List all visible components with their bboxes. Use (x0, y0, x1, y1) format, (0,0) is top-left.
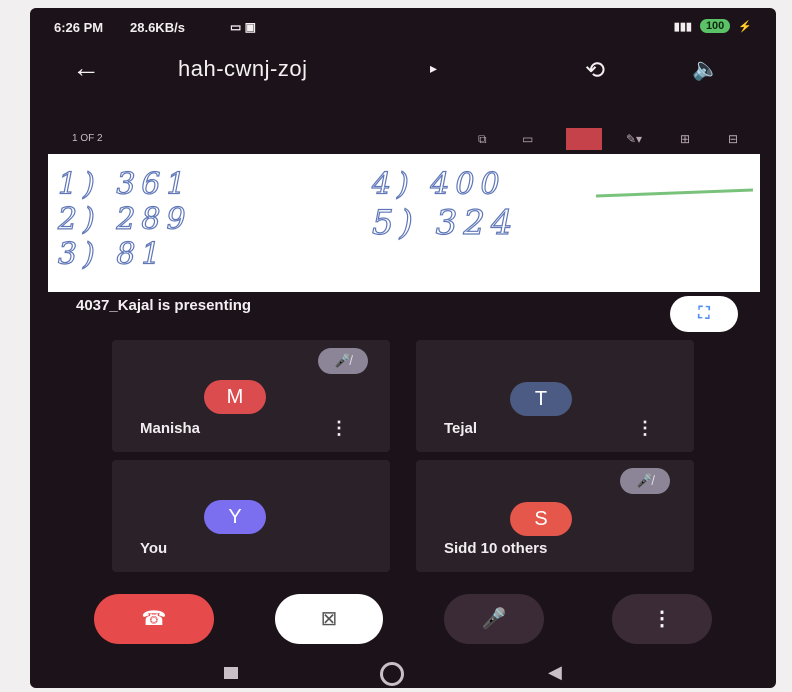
more-options-icon[interactable]: ⋮ (330, 418, 348, 439)
answer-3: 3) 81 (58, 237, 167, 272)
charging-icon: ⚡ (738, 20, 752, 33)
answer-1: 1) 361 (58, 167, 192, 202)
more-options-button[interactable]: ⋮ (612, 594, 712, 644)
handwriting-canvas: 1) 361 2) 289 3) 81 4) 400 5) 324 (56, 166, 754, 273)
phone-screen: 6:26 PM 28.6KB/s ▭ ▣ ▮▮▮ 100 ⚡ ← hah-cwn… (30, 8, 776, 688)
answer-2: 2) 289 (57, 202, 192, 237)
status-time: 6:26 PM (54, 20, 104, 35)
presentation-slide: 1) 361 2) 289 3) 81 4) 400 5) 324 (48, 154, 760, 292)
avatar-s: S (510, 502, 572, 536)
muted-mic-icon: 🎤̸ (318, 348, 368, 374)
signal-icon: ▮▮▮ (673, 20, 692, 33)
participant-tile-tejal[interactable]: T Tejal ⋮ (416, 340, 694, 452)
status-notification-icons: ▭ ▣ (230, 20, 257, 34)
avatar-m: M (204, 380, 266, 414)
page-indicator: 1 OF 2 (72, 133, 103, 144)
participant-tile-others[interactable]: 🎤̸ S Sidd 10 others (416, 460, 694, 572)
presentation-toolbar: 1 OF 2 ⧉ ▭ ✎▾ ⊞ ⊟ (66, 128, 756, 152)
meeting-code-title[interactable]: hah-cwnj-zoj (178, 56, 308, 82)
screen-icon[interactable]: ▭ (522, 132, 533, 146)
presenting-label: 4037_Kajal is presenting (76, 297, 252, 314)
avatar-t: T (510, 382, 572, 416)
answer-4: 4) 400 (371, 167, 506, 202)
answer-5: 5) 324 (372, 203, 519, 243)
caret-right-icon[interactable]: ▸ (430, 60, 437, 77)
participant-name: Sidd 10 others (444, 540, 548, 557)
back-arrow-icon[interactable]: ← (72, 52, 100, 84)
participant-name: Manisha (140, 420, 201, 437)
pen-tool-active[interactable] (566, 128, 602, 150)
fullscreen-icon[interactable]: ⛶ (670, 296, 738, 332)
microphone-button[interactable]: 🎤 (444, 594, 544, 644)
green-highlight-stroke (595, 188, 754, 198)
android-nav-bar: ◀ (30, 658, 776, 688)
grid-icon[interactable]: ⊞ (680, 132, 690, 146)
participant-name: Tejal (444, 420, 478, 437)
participant-tile-manisha[interactable]: 🎤̸ M Manisha ⋮ (112, 340, 390, 452)
app-bar: ← hah-cwnj-zoj ▸ ⟲ 🔈 (30, 42, 776, 94)
participant-tile-you[interactable]: Y You (112, 460, 390, 572)
more-options-icon[interactable]: ⋮ (636, 418, 654, 439)
participant-name: You (140, 540, 168, 557)
copy-icon[interactable]: ⧉ (478, 132, 487, 147)
avatar-y: Y (204, 500, 266, 534)
back-triangle-icon[interactable]: ◀ (548, 662, 562, 683)
home-icon[interactable] (380, 662, 404, 686)
recents-icon[interactable] (224, 667, 238, 679)
eraser-icon[interactable]: ✎▾ (626, 132, 642, 146)
status-network-speed: 28.6KB/s (130, 20, 185, 35)
switch-camera-icon[interactable]: ⟲ (585, 56, 605, 85)
end-call-button[interactable]: ☎ (94, 594, 214, 644)
status-right-icons: ▮▮▮ 100 ⚡ (674, 19, 752, 33)
status-bar: 6:26 PM 28.6KB/s ▭ ▣ ▮▮▮ 100 ⚡ (30, 8, 776, 42)
muted-mic-icon: 🎤̸ (620, 468, 670, 494)
battery-icon: 100 (699, 19, 731, 33)
camera-off-button[interactable]: ⊠ (275, 594, 383, 644)
speaker-icon[interactable]: 🔈 (692, 56, 719, 82)
layout-icon[interactable]: ⊟ (728, 132, 738, 146)
